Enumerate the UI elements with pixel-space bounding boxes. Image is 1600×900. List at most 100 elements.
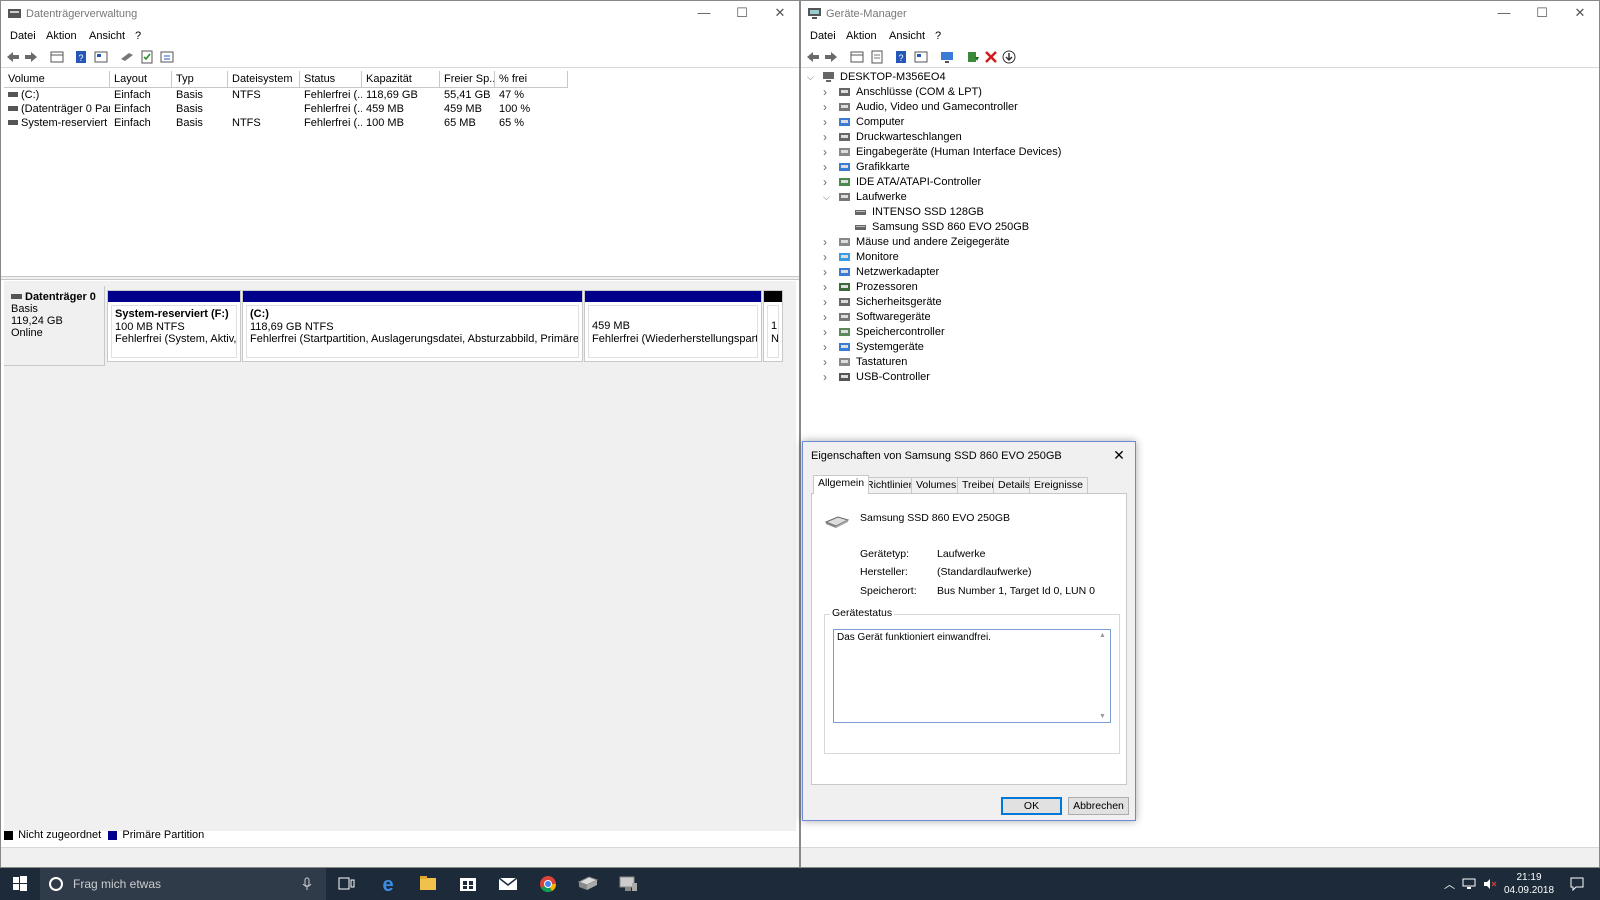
action-center-icon[interactable] [1570, 877, 1584, 891]
checklist-icon[interactable] [139, 49, 155, 65]
cell-dateisystem: NTFS [232, 89, 261, 101]
update-driver-icon[interactable] [965, 49, 981, 65]
chevron-right-icon[interactable]: › [823, 266, 833, 278]
scroll-down-icon[interactable]: ▼ [1099, 713, 1106, 720]
settings-panel-icon[interactable] [159, 49, 175, 65]
cell-layout: Einfach [114, 103, 151, 115]
taskbar-search[interactable]: Frag mich etwas [40, 868, 326, 900]
menu-ansicht[interactable]: Ansicht [889, 30, 925, 42]
maximize-button[interactable]: ☐ [723, 1, 761, 27]
table-row[interactable]: (C:) [4, 89, 110, 103]
menu-aktion[interactable]: Aktion [846, 30, 877, 42]
forward-arrow-icon[interactable] [823, 49, 839, 65]
back-arrow-icon[interactable] [805, 49, 821, 65]
table-row[interactable]: System-reserviert (... [4, 117, 110, 131]
chevron-right-icon[interactable]: › [823, 281, 833, 293]
chevron-down-icon[interactable]: ⌵ [807, 72, 817, 82]
volume-list[interactable]: Volume Layout Typ Dateisystem Status Kap… [4, 71, 796, 276]
ok-button[interactable]: OK [1001, 797, 1062, 815]
disable-device-icon[interactable] [1001, 49, 1017, 65]
forward-arrow-icon[interactable] [23, 49, 39, 65]
dialog-title: Eigenschaften von Samsung SSD 860 EVO 25… [811, 450, 1062, 462]
properties-icon[interactable] [93, 49, 109, 65]
chevron-down-icon[interactable]: ⌵ [823, 192, 833, 202]
close-button[interactable]: ✕ [761, 1, 799, 27]
chevron-right-icon[interactable]: › [823, 146, 833, 158]
list-view-icon[interactable] [849, 49, 865, 65]
chrome-icon[interactable] [528, 868, 568, 900]
chevron-right-icon[interactable]: › [823, 101, 833, 113]
col-status[interactable]: Status [300, 71, 362, 88]
properties-icon[interactable] [913, 49, 929, 65]
col-freier-speicher[interactable]: Freier Sp... [440, 71, 495, 88]
connect-icon[interactable] [119, 49, 135, 65]
menu-help[interactable]: ? [935, 30, 941, 42]
maximize-button[interactable]: ☐ [1523, 1, 1561, 27]
menu-ansicht[interactable]: Ansicht [89, 30, 125, 42]
mail-icon[interactable] [488, 868, 528, 900]
minimize-button[interactable]: — [685, 1, 723, 27]
device-status-textbox[interactable]: Das Gerät funktioniert einwandfrei. ▲ ▼ [833, 629, 1111, 723]
help-icon[interactable]: ? [73, 49, 89, 65]
chevron-right-icon[interactable]: › [823, 176, 833, 188]
partition-recovery[interactable]: 459 MB Fehlerfrei (Wiederherstellungspar… [584, 290, 762, 362]
tab-volumes[interactable]: Volumes [911, 477, 962, 493]
microphone-icon[interactable] [302, 877, 312, 891]
store-icon[interactable] [448, 868, 488, 900]
col-dateisystem[interactable]: Dateisystem [228, 71, 300, 88]
show-hidden-icons-icon[interactable]: ︿ [1444, 876, 1455, 892]
minimize-button[interactable]: — [1485, 1, 1523, 27]
chevron-right-icon[interactable]: › [823, 326, 833, 338]
disk-management-taskbar-icon[interactable] [568, 868, 608, 900]
details-view-icon[interactable] [869, 49, 885, 65]
tab-ereignisse[interactable]: Ereignisse [1029, 477, 1089, 493]
menu-datei[interactable]: Datei [810, 30, 836, 42]
file-explorer-icon[interactable] [408, 868, 448, 900]
device-manager-taskbar-icon[interactable] [608, 868, 648, 900]
menu-datei[interactable]: Datei [10, 30, 36, 42]
tab-allgemein[interactable]: Allgemein [813, 475, 870, 494]
chevron-right-icon[interactable]: › [823, 161, 833, 173]
network-icon[interactable] [1462, 878, 1476, 890]
uninstall-device-icon[interactable] [983, 49, 999, 65]
cancel-button[interactable]: Abbrechen [1068, 797, 1129, 815]
dialog-close-button[interactable]: ✕ [1109, 445, 1129, 465]
chevron-right-icon[interactable]: › [823, 311, 833, 323]
back-arrow-icon[interactable] [5, 49, 21, 65]
chevron-right-icon[interactable]: › [823, 341, 833, 353]
scroll-up-icon[interactable]: ▲ [1099, 632, 1106, 639]
disk-0-info[interactable]: Datenträger 0 Basis 119,24 GB Online [4, 286, 105, 366]
chevron-right-icon[interactable]: › [823, 116, 833, 128]
col-typ[interactable]: Typ [172, 71, 228, 88]
task-view-icon[interactable] [326, 868, 366, 900]
chevron-right-icon[interactable]: › [823, 131, 833, 143]
table-row[interactable]: (Datenträger 0 Par... [4, 103, 110, 117]
chevron-right-icon[interactable]: › [823, 86, 833, 98]
col-prozent-frei[interactable]: % frei [495, 71, 568, 88]
list-view-icon[interactable] [49, 49, 65, 65]
chevron-right-icon[interactable]: › [823, 371, 833, 383]
help-icon[interactable]: ? [893, 49, 909, 65]
col-layout[interactable]: Layout [110, 71, 172, 88]
chevron-right-icon[interactable]: › [823, 296, 833, 308]
gm-titlebar[interactable]: Geräte-Manager — ☐ ✕ [801, 1, 1599, 27]
status-scrollbar[interactable]: ▲ ▼ [1096, 630, 1110, 722]
partition-unallocated[interactable]: 1 N [763, 290, 783, 362]
chevron-right-icon[interactable]: › [823, 356, 833, 368]
dm-titlebar[interactable]: Datenträgerverwaltung — ☐ ✕ [1, 1, 799, 27]
chevron-right-icon[interactable]: › [823, 236, 833, 248]
partition-system-reserved[interactable]: System-reserviert (F:) 100 MB NTFS Fehle… [107, 290, 241, 362]
start-windows-icon[interactable] [0, 868, 40, 900]
edge-browser-icon[interactable]: e [368, 868, 408, 900]
menu-help[interactable]: ? [135, 30, 141, 42]
volume-muted-icon[interactable] [1483, 878, 1497, 890]
scan-hardware-icon[interactable] [939, 49, 955, 65]
chevron-right-icon[interactable]: › [823, 251, 833, 263]
menu-aktion[interactable]: Aktion [46, 30, 77, 42]
col-volume[interactable]: Volume [4, 71, 110, 88]
partition-c[interactable]: (C:) 118,69 GB NTFS Fehlerfrei (Startpar… [242, 290, 583, 362]
close-button[interactable]: ✕ [1561, 1, 1599, 27]
clock[interactable]: 21:19 04.09.2018 [1500, 871, 1558, 897]
col-kapazitaet[interactable]: Kapazität [362, 71, 440, 88]
pane-splitter[interactable] [1, 276, 799, 280]
